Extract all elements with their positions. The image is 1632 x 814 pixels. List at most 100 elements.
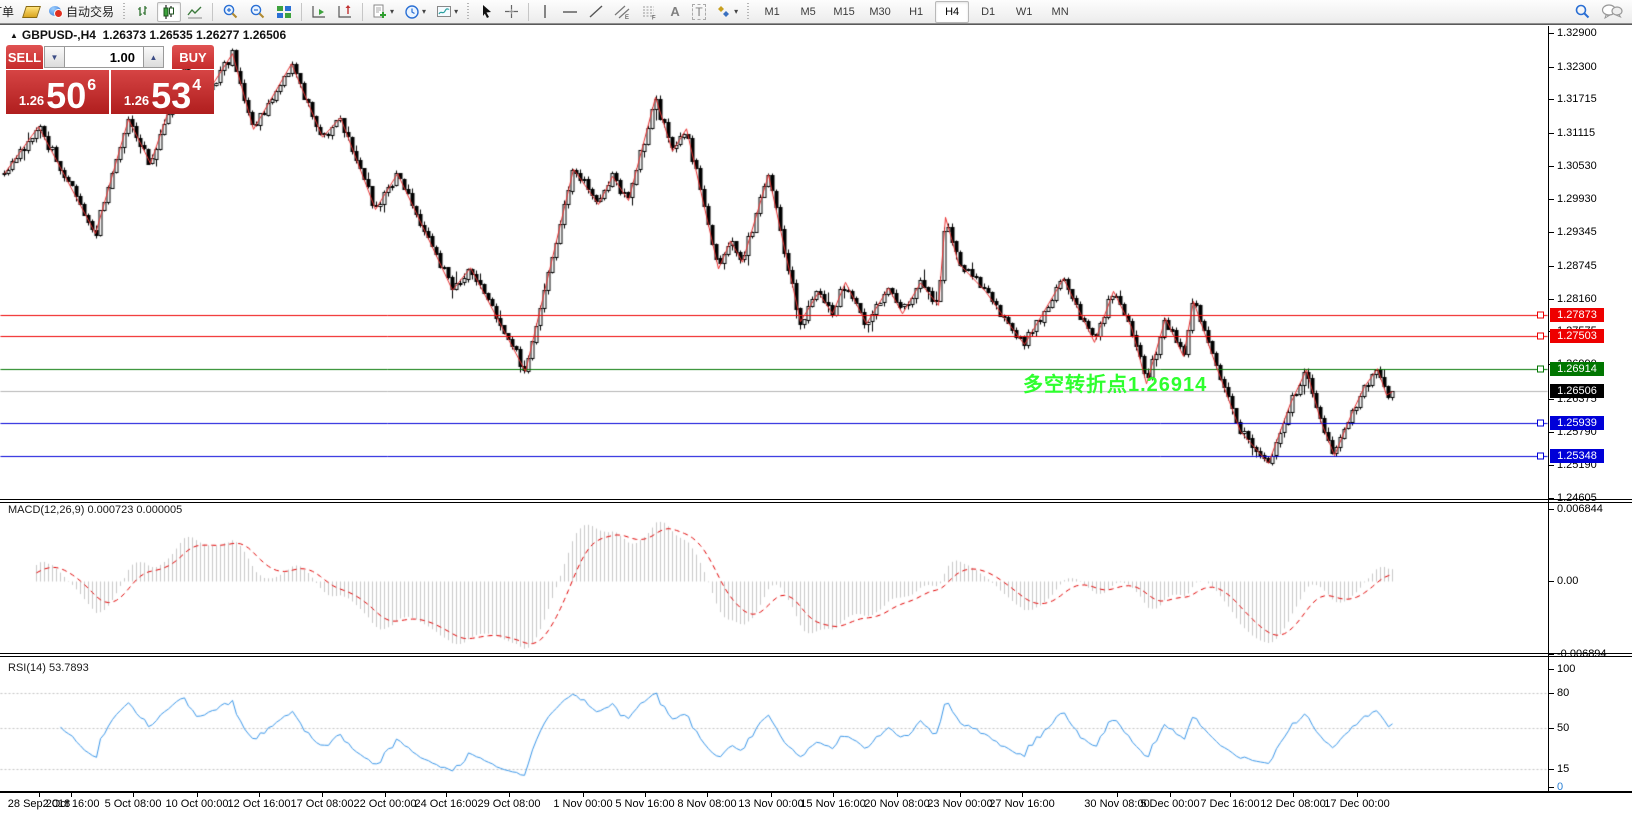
zoom-in-icon: [222, 3, 239, 20]
volume-decrease-button[interactable]: ▼: [44, 46, 65, 68]
sell-price-big: 50: [46, 81, 86, 111]
templates-button[interactable]: ▾: [432, 2, 462, 22]
new-order-button[interactable]: 订单: [0, 2, 18, 22]
fibonacci-button[interactable]: F: [637, 2, 662, 22]
collapse-quote-icon[interactable]: ▲: [10, 31, 18, 40]
templates-icon: [436, 4, 452, 20]
rsi-axis-label: 80: [1557, 687, 1569, 699]
periods-button[interactable]: ▾: [400, 2, 430, 22]
sell-button[interactable]: SELL: [6, 45, 43, 69]
auto-scroll-icon: [311, 4, 327, 20]
price-axis-tick: [1549, 232, 1554, 233]
hline-handle[interactable]: [1537, 366, 1544, 373]
time-axis-label: 23 Nov 00:00: [927, 798, 992, 810]
line-chart-button[interactable]: [183, 2, 207, 22]
time-axis-label: 22 Oct 00:00: [354, 798, 417, 810]
periods-dropdown-arrow[interactable]: ▾: [422, 7, 426, 16]
hline-handle[interactable]: [1537, 420, 1544, 427]
tile-windows-button[interactable]: [272, 2, 296, 22]
arrows-button[interactable]: ▾: [712, 2, 742, 22]
fibonacci-icon: F: [641, 4, 658, 20]
zoom-in-button[interactable]: [218, 2, 243, 22]
bar-chart-icon: [135, 4, 151, 20]
auto-scroll-button[interactable]: [307, 2, 331, 22]
price-axis-label: 1.29345: [1557, 226, 1597, 238]
time-axis-label: 10 Oct 00:00: [166, 798, 229, 810]
cursor-button[interactable]: [475, 2, 498, 22]
chart-shift-button[interactable]: [333, 2, 357, 22]
text-label-button[interactable]: T: [688, 2, 710, 22]
search-button[interactable]: [1569, 2, 1595, 22]
time-axis-tick: [71, 793, 72, 797]
hline-price-badge: 1.27873: [1550, 308, 1604, 322]
trendline-button[interactable]: [584, 2, 608, 22]
one-click-trading-panel: SELL ▼ 1.00 ▲ BUY 1.26 50 6 1.26 53 4: [6, 45, 214, 114]
price-axis-tick: [1549, 199, 1554, 200]
buy-button[interactable]: BUY: [172, 45, 214, 69]
volume-increase-button[interactable]: ▲: [143, 46, 164, 68]
chat-button[interactable]: [1597, 2, 1627, 22]
history-center-button[interactable]: [20, 2, 43, 22]
macd-pane-canvas[interactable]: [0, 504, 1548, 653]
time-axis-tick: [1117, 793, 1118, 797]
time-axis-label: 1 Nov 00:00: [553, 798, 612, 810]
indicators-button[interactable]: ▾: [368, 2, 398, 22]
time-axis-label: 12 Oct 16:00: [228, 798, 291, 810]
timeframe-button-m30[interactable]: M30: [863, 1, 897, 23]
horizontal-line-button[interactable]: [558, 2, 582, 22]
time-axis-label: 17 Oct 08:00: [291, 798, 354, 810]
timeframe-button-w1[interactable]: W1: [1007, 1, 1041, 23]
time-axis-label: 29 Oct 08:00: [478, 798, 541, 810]
price-axis-line: [1548, 26, 1549, 791]
buy-price-box[interactable]: 1.26 53 4: [111, 70, 214, 114]
pane-separator[interactable]: [0, 499, 1632, 500]
time-axis-tick: [833, 793, 834, 797]
timeframe-button-h4[interactable]: H4: [935, 1, 969, 23]
templates-dropdown-arrow[interactable]: ▾: [454, 7, 458, 16]
equidistant-channel-icon: E: [614, 4, 631, 20]
chat-icon: [1601, 3, 1623, 20]
sell-price-box[interactable]: 1.26 50 6: [6, 70, 109, 114]
zoom-out-button[interactable]: [245, 2, 270, 22]
price-axis-label: 1.32900: [1557, 27, 1597, 39]
time-axis-tick: [385, 793, 386, 797]
pane-separator[interactable]: [0, 502, 1632, 503]
hline-handle[interactable]: [1537, 333, 1544, 340]
rsi-axis-tick: [1549, 669, 1554, 670]
autotrading-button[interactable]: 自动交易: [45, 2, 118, 22]
hline-handle[interactable]: [1537, 312, 1544, 319]
toolbar-gripper: [466, 3, 471, 21]
price-axis-tick: [1549, 67, 1554, 68]
time-axis-label: 2 Oct 16:00: [43, 798, 100, 810]
timeframe-button-h1[interactable]: H1: [899, 1, 933, 23]
timeframe-button-m1[interactable]: M1: [755, 1, 789, 23]
hline-price-badge: 1.26914: [1550, 362, 1604, 376]
price-axis-tick: [1549, 33, 1554, 34]
timeframe-button-m15[interactable]: M15: [827, 1, 861, 23]
volume-field[interactable]: 1.00: [65, 46, 143, 68]
price-chart-canvas[interactable]: [0, 26, 1548, 500]
pane-separator[interactable]: [0, 656, 1632, 657]
timeframe-button-mn[interactable]: MN: [1043, 1, 1077, 23]
pane-separator[interactable]: [0, 653, 1632, 654]
equidistant-channel-button[interactable]: E: [610, 2, 635, 22]
arrows-icon: [716, 4, 732, 19]
vertical-line-button[interactable]: [534, 2, 556, 22]
candlestick-chart-button[interactable]: [157, 2, 181, 22]
rsi-pane-canvas[interactable]: [0, 657, 1548, 788]
line-chart-icon: [187, 4, 203, 20]
bar-chart-button[interactable]: [131, 2, 155, 22]
hline-handle[interactable]: [1537, 453, 1544, 460]
macd-indicator-label: MACD(12,26,9) 0.000723 0.000005: [8, 504, 182, 516]
time-axis-tick: [197, 793, 198, 797]
toolbar-gripper: [746, 3, 751, 21]
text-tool-button[interactable]: A: [664, 2, 686, 22]
timeframe-button-d1[interactable]: D1: [971, 1, 1005, 23]
price-axis-tick: [1549, 99, 1554, 100]
time-axis-tick: [1293, 793, 1294, 797]
toolbar-right-icons: [1568, 0, 1628, 23]
arrows-dropdown-arrow[interactable]: ▾: [734, 7, 738, 16]
crosshair-button[interactable]: [500, 2, 523, 22]
indicators-dropdown-arrow[interactable]: ▾: [390, 7, 394, 16]
timeframe-button-m5[interactable]: M5: [791, 1, 825, 23]
